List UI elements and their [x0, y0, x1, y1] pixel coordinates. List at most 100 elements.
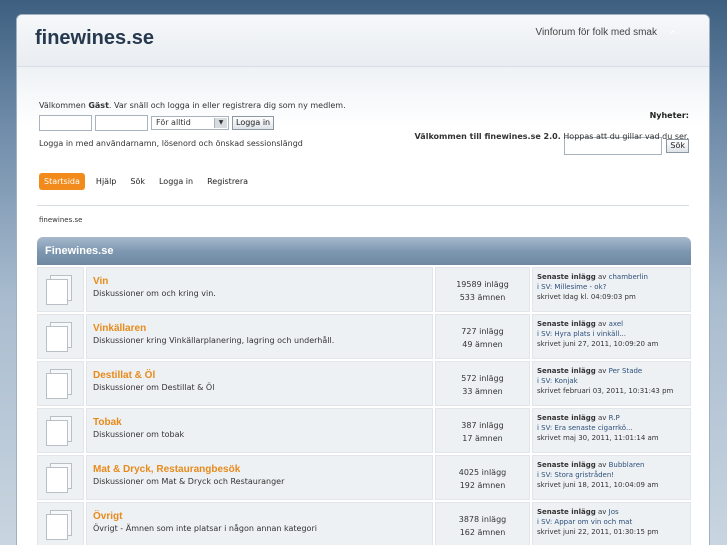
session-length-select[interactable]: För alltid ▼ — [151, 116, 229, 130]
board-last-post: Senaste inlägg av R.P i SV: Era senaste … — [532, 408, 691, 453]
last-post-by: av — [595, 414, 609, 422]
last-post-time: skrivet maj 30, 2011, 11:01:14 am — [537, 434, 659, 442]
nav-home[interactable]: Startsida — [39, 173, 85, 190]
last-post-line: Senaste inlägg av axel — [537, 319, 686, 329]
last-post-topic[interactable]: i SV: Hyra plats i vinkäll... — [537, 330, 626, 338]
site-title[interactable]: finewines.se — [35, 27, 154, 50]
board-description: Diskussioner om Destillat & Öl — [93, 383, 215, 392]
board-post-count: 572 inlägg — [461, 374, 504, 383]
breadcrumb[interactable]: finewines.se — [39, 216, 82, 224]
last-post-line: Senaste inlägg av Bubblaren — [537, 460, 686, 470]
nav-register[interactable]: Registrera — [204, 174, 251, 189]
category-header[interactable]: Finewines.se — [37, 237, 691, 265]
last-post-time: skrivet juni 27, 2011, 10:09:20 am — [537, 340, 659, 348]
board-folder-icon — [45, 368, 76, 399]
board-description: Diskussioner kring Vinkällarplanering, l… — [93, 336, 335, 345]
board-row: Vinkällaren Diskussioner kring Vinkällar… — [37, 314, 691, 359]
last-post-time: skrivet Idag kl. 04:09:03 pm — [537, 293, 636, 301]
board-topic-count: 162 ämnen — [459, 528, 506, 537]
board-icon-cell — [37, 314, 84, 359]
board-list: Vin Diskussioner om och kring vin. 19589… — [37, 267, 691, 545]
board-last-post: Senaste inlägg av axel i SV: Hyra plats … — [532, 314, 691, 359]
board-topic-count: 33 ämnen — [462, 387, 503, 396]
last-post-label: Senaste inlägg — [537, 320, 596, 328]
board-last-post: Senaste inlägg av Jos i SV: Appar om vin… — [532, 502, 691, 545]
page-container: finewines.se Vinforum för folk med smak … — [16, 14, 710, 545]
board-index: Finewines.se Vin Diskussioner om och kri… — [37, 237, 691, 545]
board-folder-icon — [45, 462, 76, 493]
last-post-topic-line: i SV: Era senaste cigarrkö... — [537, 423, 686, 433]
board-stats: 727 inlägg 49 ämnen — [435, 314, 530, 359]
board-row: Övrigt Övrigt - Ämnen som inte platsar i… — [37, 502, 691, 545]
board-post-count: 4025 inlägg — [458, 468, 507, 477]
board-stats: 3878 inlägg 162 ämnen — [435, 502, 530, 545]
board-row: Tobak Diskussioner om tobak 387 inlägg 1… — [37, 408, 691, 453]
last-post-topic[interactable]: i SV: Stora gristråden! — [537, 471, 614, 479]
last-post-user[interactable]: Bubblaren — [609, 461, 645, 469]
username-input[interactable] — [39, 115, 92, 131]
nav-login[interactable]: Logga in — [156, 174, 196, 189]
board-last-post: Senaste inlägg av chamberlin i SV: Mille… — [532, 267, 691, 312]
board-info: Mat & Dryck, Restaurangbesök Diskussione… — [86, 455, 433, 500]
search-button[interactable]: Sök — [666, 139, 689, 153]
last-post-user[interactable]: Jos — [609, 508, 619, 516]
board-description: Övrigt - Ämnen som inte platsar i någon … — [93, 524, 317, 533]
last-post-user[interactable]: R.P — [609, 414, 620, 422]
last-post-by: av — [595, 508, 609, 516]
news-label: Nyheter: — [649, 111, 689, 120]
board-topic-count: 192 ämnen — [459, 481, 506, 490]
user-section: Välkommen Gäst. Var snäll och logga in e… — [17, 67, 709, 167]
last-post-topic-line: i SV: Appar om vin och mat — [537, 517, 686, 527]
board-name[interactable]: Vin — [93, 276, 426, 287]
board-name[interactable]: Vinkällaren — [93, 323, 426, 334]
board-name[interactable]: Mat & Dryck, Restaurangbesök — [93, 464, 426, 475]
last-post-line: Senaste inlägg av R.P — [537, 413, 686, 423]
password-input[interactable] — [95, 115, 148, 131]
last-post-by: av — [595, 367, 609, 375]
welcome-message: Välkommen Gäst. Var snäll och logga in e… — [39, 101, 346, 110]
login-button[interactable]: Logga in — [232, 116, 275, 130]
last-post-topic[interactable]: i SV: Konjak — [537, 377, 578, 385]
board-stats: 19589 inlägg 533 ämnen — [435, 267, 530, 312]
board-name[interactable]: Övrigt — [93, 511, 426, 522]
board-post-count: 387 inlägg — [461, 421, 504, 430]
login-hint: Logga in med användarnamn, lösenord och … — [39, 139, 303, 148]
last-post-by: av — [595, 461, 609, 469]
site-header: finewines.se Vinforum för folk med smak … — [17, 15, 709, 67]
last-post-topic-line: i SV: Millesime - ok? — [537, 282, 686, 292]
last-post-user[interactable]: Per Stade — [609, 367, 643, 375]
board-topic-count: 17 ämnen — [462, 434, 503, 443]
board-icon-cell — [37, 455, 84, 500]
nav-help[interactable]: Hjälp — [93, 174, 119, 189]
last-post-label: Senaste inlägg — [537, 461, 596, 469]
board-last-post: Senaste inlägg av Per Stade i SV: Konjak… — [532, 361, 691, 406]
last-post-by: av — [595, 320, 609, 328]
divider — [37, 205, 689, 206]
last-post-user[interactable]: axel — [609, 320, 623, 328]
board-info: Destillat & Öl Diskussioner om Destillat… — [86, 361, 433, 406]
last-post-label: Senaste inlägg — [537, 273, 596, 281]
site-tagline: Vinforum för folk med smak — [535, 27, 657, 38]
last-post-line: Senaste inlägg av Per Stade — [537, 366, 686, 376]
last-post-time: skrivet juni 22, 2011, 01:30:15 pm — [537, 528, 659, 536]
dropdown-arrow-icon: ▼ — [214, 118, 227, 128]
board-description: Diskussioner om och kring vin. — [93, 289, 216, 298]
chevron-up-icon[interactable]: ⌃ — [665, 28, 681, 42]
last-post-user[interactable]: chamberlin — [609, 273, 648, 281]
news-text: Välkommen till finewines.se 2.0. Hoppas … — [415, 132, 689, 141]
news-headline: Välkommen till finewines.se 2.0. — [414, 132, 561, 141]
last-post-topic[interactable]: i SV: Era senaste cigarrkö... — [537, 424, 633, 432]
board-folder-icon — [45, 415, 76, 446]
board-name[interactable]: Tobak — [93, 417, 426, 428]
last-post-topic[interactable]: i SV: Millesime - ok? — [537, 283, 606, 291]
session-length-value: För alltid — [156, 118, 191, 127]
last-post-topic-line: i SV: Hyra plats i vinkäll... — [537, 329, 686, 339]
last-post-line: Senaste inlägg av chamberlin — [537, 272, 686, 282]
nav-search[interactable]: Sök — [127, 174, 148, 189]
last-post-time: skrivet juni 18, 2011, 10:04:09 am — [537, 481, 659, 489]
last-post-topic[interactable]: i SV: Appar om vin och mat — [537, 518, 632, 526]
board-post-count: 19589 inlägg — [456, 280, 509, 289]
board-topic-count: 49 ämnen — [462, 340, 503, 349]
board-name[interactable]: Destillat & Öl — [93, 370, 426, 381]
board-post-count: 727 inlägg — [461, 327, 504, 336]
